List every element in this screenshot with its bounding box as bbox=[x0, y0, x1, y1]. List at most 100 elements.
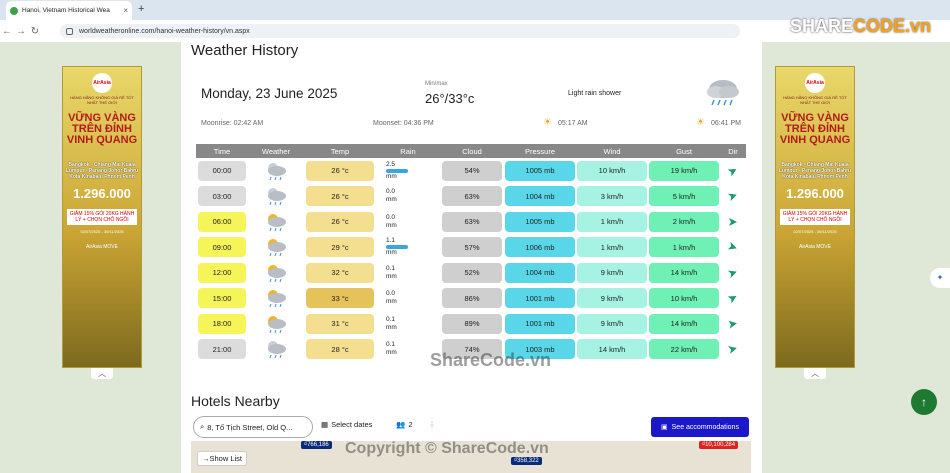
select-dates-button[interactable]: ▦ Select dates bbox=[321, 420, 372, 429]
rain-value: 0.0 bbox=[386, 290, 396, 298]
back-icon[interactable]: ← bbox=[0, 26, 14, 37]
table-row: 06:00 26 °c 0.0 mm 63% 1005 mb 1 km/h 2 km/h bbox=[196, 209, 746, 235]
weather-history-table: Time Weather Temp Rain Cloud Pressure Wi… bbox=[196, 144, 746, 362]
rain-unit: mm bbox=[386, 172, 397, 180]
guests-button[interactable]: 👥 2 bbox=[396, 420, 413, 429]
temp-cell: 26 °c bbox=[306, 186, 374, 207]
left-ad-banner[interactable]: AirAsia HÀNG HÃNG KHÔNG GIÁ RẺ TỐT NHẤT … bbox=[62, 66, 142, 368]
pressure-cell: 1001 mb bbox=[505, 288, 575, 309]
reload-icon[interactable]: ↻ bbox=[28, 26, 42, 37]
cloud-cell: 52% bbox=[442, 262, 502, 283]
rain-value: 0.1 bbox=[386, 341, 396, 349]
gust-cell: 14 km/h bbox=[649, 313, 719, 334]
rain-unit: mm bbox=[386, 349, 397, 357]
table-row: 15:00 33 °c 0.0 mm 86% 1001 mb 9 km/h 10 km/h bbox=[196, 286, 746, 312]
time-cell: 06:00 bbox=[198, 211, 246, 232]
gust-cell: 19 km/h bbox=[649, 160, 719, 181]
temp-cell: 26 °c bbox=[306, 211, 374, 232]
temp-cell: 33 °c bbox=[306, 288, 374, 309]
table-body: 00:00 26 °c 2.5 mm 54% 1005 mb 10 km/h 19 km/h 0… bbox=[196, 158, 746, 362]
moonset-text: Moonset: 04:36 PM bbox=[373, 120, 434, 127]
cloud-cell: 57% bbox=[442, 237, 502, 258]
header-wind: Wind bbox=[603, 146, 621, 156]
right-ad-collapse-icon[interactable]: ︿ bbox=[804, 368, 826, 379]
side-assistant-button[interactable]: ✦ bbox=[930, 268, 950, 288]
rain-unit: mm bbox=[386, 298, 397, 306]
see-accommodations-button[interactable]: ▣ See accommodations bbox=[651, 417, 749, 437]
ad-move: AirAsia MOVE bbox=[86, 244, 118, 250]
site-favicon-icon bbox=[10, 6, 18, 15]
section-title: Weather History bbox=[191, 42, 299, 59]
close-tab-icon[interactable]: × bbox=[123, 6, 128, 15]
filters-icon[interactable]: ⫶ bbox=[431, 420, 433, 430]
calendar-icon: ▦ bbox=[321, 420, 329, 429]
weather-icon bbox=[268, 239, 286, 257]
rain-value: 0.0 bbox=[386, 188, 396, 196]
cloud-cell: 54% bbox=[442, 160, 502, 181]
main-content: Weather History Monday, 23 June 2025 Min… bbox=[181, 42, 762, 473]
ad-tagline: HÀNG HÃNG KHÔNG GIÁ RẺ TỐT NHẤT THẾ GIỚI bbox=[70, 95, 134, 105]
rain-unit: mm bbox=[386, 249, 397, 257]
map-price-marker[interactable]: ₫358,322 bbox=[511, 457, 542, 465]
rain-value: 0.1 bbox=[386, 315, 396, 323]
ad-price: 1.296.000 bbox=[73, 186, 131, 201]
sharecode-logo: SHARECODE.vn bbox=[790, 16, 932, 36]
time-cell: 09:00 bbox=[198, 237, 246, 258]
pressure-cell: 1005 mb bbox=[505, 211, 575, 232]
map-price-marker[interactable]: ₫10,100,284 bbox=[699, 441, 739, 449]
rain-cloud-icon bbox=[707, 80, 739, 106]
map-price-marker[interactable]: ₫766,186 bbox=[301, 441, 332, 449]
table-row: 12:00 32 °c 0.1 mm 52% 1004 mb 9 km/h 14 km/h bbox=[196, 260, 746, 286]
wind-direction-icon bbox=[727, 193, 737, 202]
rain-value: 1.1 bbox=[386, 237, 396, 245]
sunrise-text: 05:17 AM bbox=[558, 120, 588, 127]
ad-price: 1.296.000 bbox=[786, 186, 844, 201]
ad-headline: VỮNG VÀNG TRÊN ĐỈNH VINH QUANG bbox=[66, 112, 138, 146]
new-tab-button[interactable]: + bbox=[138, 3, 144, 15]
show-list-button[interactable]: →Show List bbox=[197, 451, 248, 466]
guests-count: 2 bbox=[408, 420, 413, 429]
pressure-cell: 1005 mb bbox=[505, 160, 575, 181]
rain-cell: 0.0 mm bbox=[376, 290, 440, 306]
ad-tagline: HÀNG HÃNG KHÔNG GIÁ RẺ TỐT NHẤT THẾ GIỚI bbox=[783, 95, 847, 105]
header-time: Time bbox=[213, 146, 231, 156]
rain-unit: mm bbox=[386, 196, 397, 204]
weather-icon bbox=[268, 213, 286, 231]
weather-icon bbox=[268, 341, 286, 359]
history-date: Monday, 23 June 2025 bbox=[201, 86, 338, 101]
hotels-title: Hotels Nearby bbox=[191, 393, 280, 409]
header-cloud: Cloud bbox=[462, 146, 482, 156]
left-ad-collapse-icon[interactable]: ︿ bbox=[91, 368, 113, 379]
ad-period: 02/07/2025 - 30/11/2025 bbox=[793, 229, 837, 234]
table-row: 00:00 26 °c 2.5 mm 54% 1005 mb 10 km/h 19 km/h bbox=[196, 158, 746, 184]
temp-cell: 26 °c bbox=[306, 160, 374, 181]
table-row: 03:00 26 °c 0.0 mm 63% 1004 mb 3 km/h 5 km/h bbox=[196, 184, 746, 210]
wind-direction-icon bbox=[727, 168, 737, 177]
tab-active[interactable]: Hanoi, Vietnam Historical Wea × bbox=[6, 1, 132, 20]
header-dir: Dir bbox=[728, 146, 738, 156]
address-bar[interactable]: worldweatheronline.com/hanoi-weather-his… bbox=[60, 24, 740, 38]
header-gust: Gust bbox=[676, 146, 692, 156]
forward-icon[interactable]: → bbox=[14, 26, 28, 37]
pressure-cell: 1006 mb bbox=[505, 237, 575, 258]
ad-coupon: GIẢM 15% GÓI 20KG HÀNH LÝ + CHỌN CHỖ NGỒ… bbox=[67, 209, 137, 225]
gust-cell: 5 km/h bbox=[649, 186, 719, 207]
sunrise-icon: ☀ bbox=[543, 117, 552, 128]
rain-unit: mm bbox=[386, 221, 397, 229]
temp-cell: 32 °c bbox=[306, 262, 374, 283]
airasia-logo: AirAsia bbox=[92, 73, 112, 93]
header-temp: Temp bbox=[330, 146, 350, 156]
time-cell: 03:00 bbox=[198, 186, 246, 207]
hotel-search-input[interactable]: ⌕ 8, Tố Tịch Street, Old Q... bbox=[193, 416, 313, 438]
rain-value: 2.5 bbox=[386, 160, 396, 168]
gust-cell: 10 km/h bbox=[649, 288, 719, 309]
sunset-icon: ☀ bbox=[696, 117, 705, 128]
temp-cell: 28 °c bbox=[306, 339, 374, 360]
airasia-logo: AirAsia bbox=[805, 73, 825, 93]
ad-coupon: GIẢM 15% GÓI 20KG HÀNH LÝ + CHỌN CHỖ NGỒ… bbox=[780, 209, 850, 225]
right-ad-banner[interactable]: AirAsia HÀNG HÃNG KHÔNG GIÁ RẺ TỐT NHẤT … bbox=[775, 66, 855, 368]
weather-icon bbox=[268, 264, 286, 282]
site-info-icon[interactable] bbox=[66, 27, 73, 35]
time-cell: 18:00 bbox=[198, 313, 246, 334]
scroll-top-button[interactable]: ↑ bbox=[911, 389, 937, 415]
